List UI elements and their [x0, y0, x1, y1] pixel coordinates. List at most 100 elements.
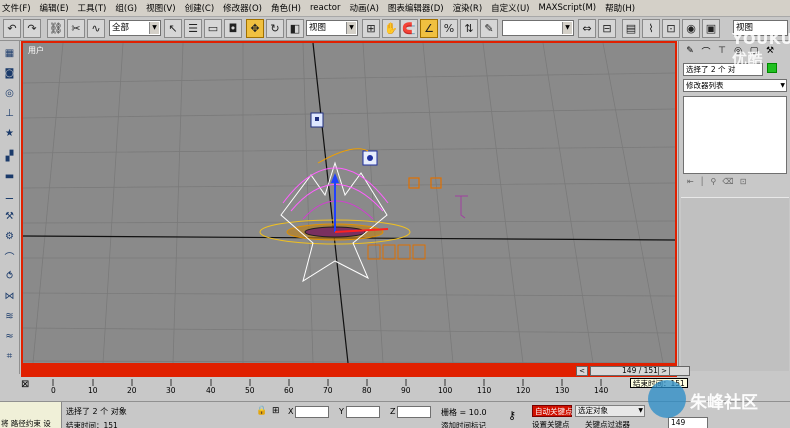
menu-file[interactable]: 文件(F)	[2, 2, 31, 14]
percent-snap-icon[interactable]: %	[440, 19, 458, 38]
twist-icon[interactable]: ⥀	[2, 269, 17, 284]
auto-key-button[interactable]: 自动关键点	[532, 405, 573, 417]
select-by-name-icon[interactable]: ☰	[184, 19, 202, 38]
render-setup-icon[interactable]: ▣	[702, 19, 720, 38]
wrench-icon[interactable]: ⚒	[2, 209, 17, 224]
material-editor-icon[interactable]: ◉	[682, 19, 700, 38]
star-icon[interactable]: ★	[2, 126, 17, 141]
pivot-center-icon[interactable]: ⊞	[362, 19, 380, 38]
extrude-icon[interactable]: ⊥	[2, 106, 17, 121]
named-selection-dropdown[interactable]: ▼	[502, 20, 574, 36]
ripple-icon[interactable]: ≈	[2, 329, 17, 344]
lock-icon[interactable]: 🔒	[256, 406, 267, 416]
curve-editor-icon[interactable]: ⌇	[642, 19, 660, 38]
tick-label: 20	[127, 386, 137, 395]
menu-group[interactable]: 组(G)	[115, 2, 137, 14]
time-prev-icon[interactable]: <	[576, 366, 588, 376]
stack-controls[interactable]: ⇤│⚲⌫⊡	[683, 177, 787, 191]
bend-icon[interactable]: ⌒	[2, 249, 17, 264]
menu-create[interactable]: 创建(C)	[185, 2, 215, 14]
redo-icon[interactable]: ↷	[23, 19, 41, 38]
cylinder-icon[interactable]: ◙	[2, 66, 17, 81]
menu-animation[interactable]: 动画(A)	[349, 2, 378, 14]
snap-3d-icon[interactable]: 🧲	[400, 19, 418, 38]
bind-space-warp-icon[interactable]: ∿	[87, 19, 105, 38]
youku-watermark: YOUKU 优酷	[732, 30, 790, 68]
tick-label: 110	[477, 386, 492, 395]
modifier-stack-list[interactable]	[683, 96, 787, 174]
sphere-icon[interactable]: ◎	[2, 86, 17, 101]
tick-label: 120	[516, 386, 531, 395]
time-slider-track[interactable]: < 149 / 151 >	[21, 365, 690, 377]
tick-label: 50	[245, 386, 255, 395]
select-scale-icon[interactable]: ◧	[286, 19, 304, 38]
menu-help[interactable]: 帮助(H)	[605, 2, 635, 14]
unlink-icon[interactable]: ✂	[67, 19, 85, 38]
rect-selection-icon[interactable]: ▭	[204, 19, 222, 38]
select-move-icon[interactable]: ✥	[246, 19, 264, 38]
current-frame-input[interactable]: 149	[668, 417, 708, 428]
box-modifier-icon[interactable]: ▬	[2, 169, 17, 184]
key-filter-dropdown[interactable]: 选定对象 ▼	[575, 405, 645, 417]
status-prompt: 结束时间：151	[66, 421, 118, 428]
key-icon[interactable]: ⚷	[508, 409, 528, 423]
menu-views[interactable]: 视图(V)	[146, 2, 175, 14]
named-selection-edit-icon[interactable]: ✎	[480, 19, 498, 38]
y-coordinate-input[interactable]	[346, 406, 380, 418]
menu-reactor[interactable]: reactor	[310, 3, 340, 13]
menu-maxscript[interactable]: MAXScript(M)	[539, 3, 597, 13]
mirror-icon[interactable]: ⇔	[578, 19, 596, 38]
key-filters-button[interactable]: 关键点过滤器	[585, 419, 630, 428]
menu-graph-editors[interactable]: 图表编辑器(D)	[388, 2, 444, 14]
layer-manager-icon[interactable]: ▤	[622, 19, 640, 38]
gear-icon[interactable]: ⚙	[2, 229, 17, 244]
z-coordinate-input[interactable]	[397, 406, 431, 418]
reference-coordinate-dropdown[interactable]: 视图 ▼	[306, 20, 358, 36]
checker-icon[interactable]: ▞	[2, 149, 17, 164]
spinner-snap-icon[interactable]: ⇅	[460, 19, 478, 38]
undo-icon[interactable]: ↶	[3, 19, 21, 38]
angle-snap-icon[interactable]: ∠	[420, 19, 438, 38]
cube-icon[interactable]: ▦	[2, 46, 17, 61]
time-slider-thumb[interactable]: 149 / 151	[590, 366, 690, 376]
select-rotate-icon[interactable]: ↻	[266, 19, 284, 38]
trackbar[interactable]: ⊠ 0 10 20 30 40 50 60 70 80 90 100 110 1…	[21, 377, 677, 401]
chevron-down-icon: ▼	[149, 22, 159, 34]
manipulate-icon[interactable]: ✋	[382, 19, 400, 38]
schematic-view-icon[interactable]: ⊡	[662, 19, 680, 38]
tick-label: 40	[206, 386, 216, 395]
selection-filter-dropdown[interactable]: 全部 ▼	[109, 20, 161, 36]
menu-modifiers[interactable]: 修改器(O)	[223, 2, 262, 14]
menu-character[interactable]: 角色(H)	[271, 2, 301, 14]
community-logo-icon	[648, 380, 686, 418]
link-icon[interactable]: ⛓	[47, 19, 65, 38]
menu-tools[interactable]: 工具(T)	[78, 2, 107, 14]
modify-tab-icon[interactable]: ⌒	[699, 44, 713, 58]
x-coordinate-input[interactable]	[295, 406, 329, 418]
create-tab-icon[interactable]: ✎	[683, 44, 697, 58]
menu-edit[interactable]: 编辑(E)	[40, 2, 69, 14]
hierarchy-tab-icon[interactable]: ⊤	[715, 44, 729, 58]
key-filter-value: 选定对象	[578, 406, 608, 415]
menu-rendering[interactable]: 渲染(R)	[453, 2, 483, 14]
noise-icon[interactable]: ≋	[2, 309, 17, 324]
tick-label: 30	[166, 386, 176, 395]
modifier-list-dropdown[interactable]: 修改器列表 ▼	[683, 79, 787, 92]
add-time-tag[interactable]: 添加时间标记	[441, 420, 486, 428]
x-label: X	[288, 407, 294, 416]
maxscript-listener[interactable]: 将 路径约束 设	[0, 402, 62, 428]
tick-label: 130	[555, 386, 570, 395]
lattice-icon[interactable]: ⌗	[2, 349, 17, 364]
absolute-mode-icon[interactable]: ⊞	[272, 406, 284, 416]
menu-customize[interactable]: 自定义(U)	[491, 2, 529, 14]
taper-icon[interactable]: ⋈	[2, 289, 17, 304]
target-helper	[455, 195, 468, 219]
bone-icon[interactable]: ⚊	[2, 189, 17, 204]
align-icon[interactable]: ⊟	[598, 19, 616, 38]
set-key-button[interactable]: 设置关键点	[532, 419, 570, 428]
window-crossing-icon[interactable]: ◘	[224, 19, 242, 38]
viewport[interactable]: 用户	[21, 41, 677, 365]
time-next-icon[interactable]: >	[658, 366, 670, 376]
tick-label: 70	[323, 386, 333, 395]
select-object-icon[interactable]: ↖	[164, 19, 182, 38]
